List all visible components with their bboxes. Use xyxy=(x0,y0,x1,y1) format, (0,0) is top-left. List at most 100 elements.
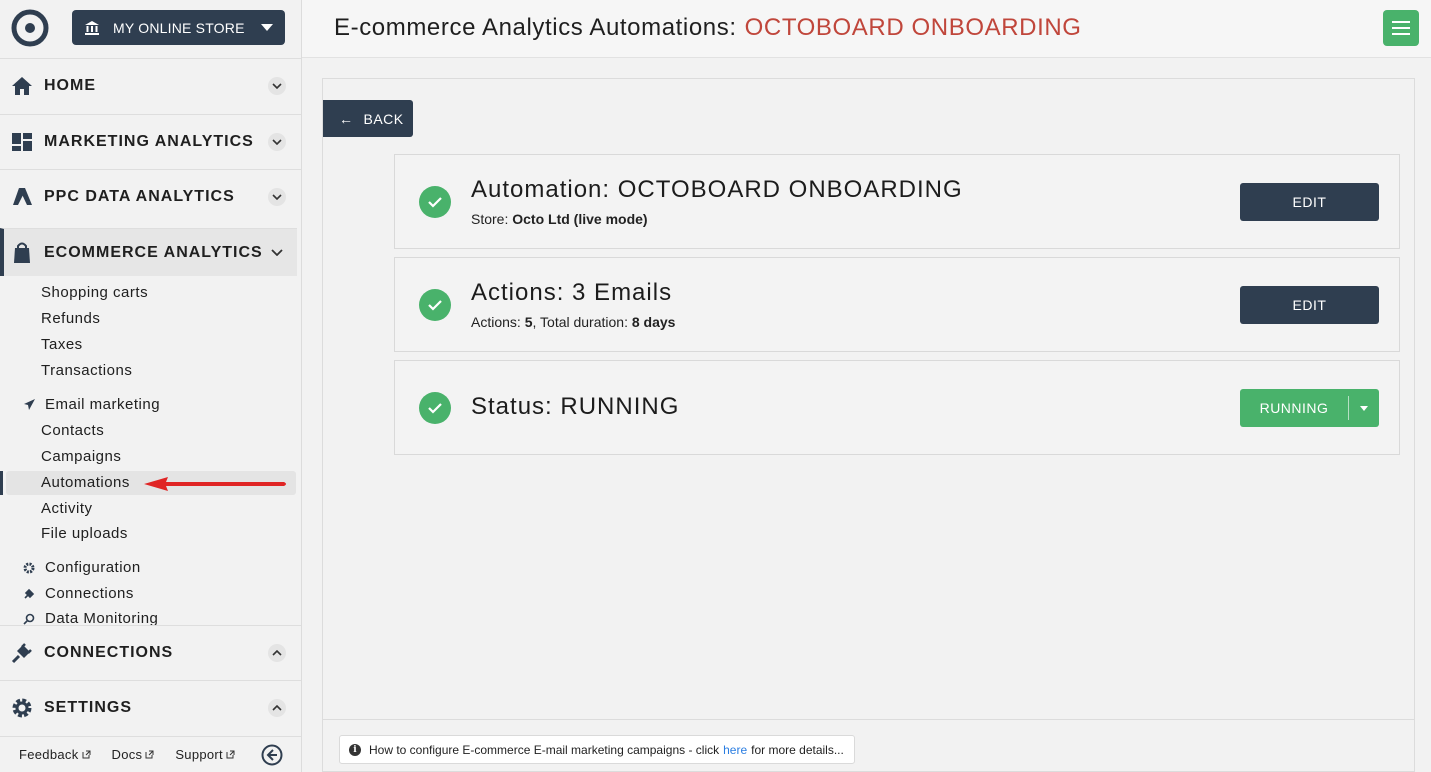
sidebar-item-contacts[interactable]: Contacts xyxy=(41,422,104,439)
store-selector-dropdown[interactable]: MY ONLINE STORE xyxy=(72,10,285,45)
chevron-down-icon[interactable] xyxy=(268,188,286,206)
sidebar-group-label: Connections xyxy=(45,585,134,602)
external-link-icon xyxy=(82,750,90,759)
shopping-bag-icon xyxy=(10,241,34,265)
hamburger-menu-icon[interactable] xyxy=(1383,10,1419,46)
external-link-icon xyxy=(226,750,235,759)
sidebar-item-campaigns[interactable]: Campaigns xyxy=(41,448,121,465)
chevron-down-icon[interactable] xyxy=(268,133,286,151)
back-button[interactable]: ← BACK xyxy=(323,100,413,137)
store-selector-label: MY ONLINE STORE xyxy=(113,19,245,36)
main-panel: ← BACK Automation: OCTOBOARD ONBOARDING … xyxy=(322,78,1415,772)
running-button-label[interactable]: RUNNING xyxy=(1240,400,1348,416)
sidebar: MY ONLINE STORE HOME MARKETING ANALYTICS xyxy=(0,0,302,772)
status-card: Status: RUNNING RUNNING xyxy=(394,360,1400,455)
chevron-down-icon[interactable] xyxy=(268,77,286,95)
sidebar-footer: Feedback Docs Support xyxy=(0,736,301,772)
nav-section-connections[interactable]: CONNECTIONS xyxy=(0,625,301,680)
chevron-down-icon[interactable] xyxy=(268,244,286,262)
chevron-up-icon[interactable] xyxy=(268,644,286,662)
external-link-icon xyxy=(145,750,154,759)
store-value: Octo Ltd (live mode) xyxy=(512,211,648,227)
actions-label: Actions: xyxy=(471,314,521,330)
actions-count: 5 xyxy=(524,314,533,330)
sidebar-item-taxes[interactable]: Taxes xyxy=(41,336,83,353)
page-title-text: E-commerce Analytics Automations: xyxy=(334,14,737,41)
help-link[interactable]: here xyxy=(723,743,747,757)
help-text-after: for more details... xyxy=(751,742,844,757)
support-link[interactable]: Support xyxy=(175,747,235,762)
search-icon xyxy=(22,612,36,626)
card-subtitle: Actions: 5, Total duration: 8 days xyxy=(471,314,675,330)
sidebar-group-configuration[interactable]: Configuration xyxy=(22,559,141,576)
support-link-label: Support xyxy=(175,747,223,762)
nav-section-settings[interactable]: SETTINGS xyxy=(0,680,301,735)
chevron-up-icon[interactable] xyxy=(268,699,286,717)
arrow-left-icon: ← xyxy=(339,110,354,127)
sidebar-item-shopping-carts[interactable]: Shopping carts xyxy=(41,284,148,301)
sidebar-item-automations[interactable]: Automations xyxy=(41,474,130,491)
edit-actions-button[interactable]: EDIT xyxy=(1240,286,1379,324)
docs-link[interactable]: Docs xyxy=(112,747,155,762)
sidebar-group-data-monitoring[interactable]: Data Monitoring xyxy=(22,611,158,626)
card-title: Actions: 3 Emails xyxy=(471,279,673,306)
feedback-link-label: Feedback xyxy=(19,747,79,762)
sidebar-group-connections[interactable]: Connections xyxy=(22,585,134,602)
card-title: Status: RUNNING xyxy=(471,393,680,420)
nav-section-label: HOME xyxy=(44,77,96,94)
sidebar-group-label: Configuration xyxy=(45,559,141,576)
sidebar-item-file-uploads[interactable]: File uploads xyxy=(41,525,128,542)
dashboard-icon xyxy=(10,130,34,154)
card-subtitle: Store: Octo Ltd (live mode) xyxy=(471,211,648,227)
sidebar-group-email-marketing[interactable]: Email marketing xyxy=(22,396,160,413)
paper-plane-icon xyxy=(22,398,36,412)
nav-section-label: PPC DATA ANALYTICS xyxy=(44,188,235,205)
duration-label: , Total duration: xyxy=(532,314,628,330)
nav-section-label: SETTINGS xyxy=(44,699,133,716)
nav-section-label: ECOMMERCE ANALYTICS xyxy=(44,243,263,261)
card-title: Automation: OCTOBOARD ONBOARDING xyxy=(471,176,963,203)
nav-section-ppc-data-analytics[interactable]: PPC DATA ANALYTICS xyxy=(0,169,301,224)
page-title-accent: OCTOBOARD ONBOARDING xyxy=(744,14,1082,41)
sidebar-item-active-indicator xyxy=(0,471,3,495)
annotation-arrow xyxy=(144,477,286,491)
chevron-down-icon xyxy=(261,24,273,31)
duration-value: 8 days xyxy=(631,314,676,330)
ads-icon xyxy=(10,185,34,209)
docs-link-label: Docs xyxy=(111,747,143,762)
automation-card: Automation: OCTOBOARD ONBOARDING Store: … xyxy=(394,154,1400,249)
help-text-before: How to configure E-commerce E-mail marke… xyxy=(369,742,720,757)
sidebar-group-label: Data Monitoring xyxy=(45,611,159,626)
nav-section-marketing-analytics[interactable]: MARKETING ANALYTICS xyxy=(0,114,301,169)
sidebar-item-activity[interactable]: Activity xyxy=(41,500,93,517)
store-label: Store: xyxy=(471,211,509,227)
collapse-sidebar-icon[interactable] xyxy=(261,744,283,766)
caret-down-icon[interactable] xyxy=(1349,405,1379,411)
page-title: E-commerce Analytics Automations: OCTOBOA… xyxy=(334,14,1082,42)
plug-icon xyxy=(22,587,36,601)
nav-section-home[interactable]: HOME xyxy=(0,58,301,113)
nav-section-label: CONNECTIONS xyxy=(44,644,174,661)
nav-section-label: MARKETING ANALYTICS xyxy=(44,133,254,150)
gear-icon xyxy=(10,696,34,720)
sidebar-item-transactions[interactable]: Transactions xyxy=(41,362,132,379)
sidebar-group-label: Email marketing xyxy=(45,396,161,413)
gear-icon xyxy=(22,561,36,575)
check-circle-icon xyxy=(419,392,451,424)
check-circle-icon xyxy=(419,186,451,218)
back-button-label: BACK xyxy=(363,110,404,127)
bank-icon xyxy=(85,20,99,35)
nav-section-ecommerce-analytics[interactable]: ECOMMERCE ANALYTICS xyxy=(0,228,297,276)
check-circle-icon xyxy=(419,289,451,321)
info-icon: i xyxy=(349,743,361,756)
page-header: E-commerce Analytics Automations: OCTOBOA… xyxy=(302,0,1431,58)
plug-icon xyxy=(10,641,34,665)
sidebar-item-refunds[interactable]: Refunds xyxy=(41,310,100,327)
help-hint: i How to configure E-commerce E-mail mar… xyxy=(339,735,855,764)
status-running-split-button[interactable]: RUNNING xyxy=(1240,389,1379,427)
home-icon xyxy=(10,74,34,98)
edit-automation-button[interactable]: EDIT xyxy=(1240,183,1379,221)
octoboard-logo[interactable] xyxy=(10,8,50,48)
feedback-link[interactable]: Feedback xyxy=(19,747,91,762)
panel-footer: i How to configure E-commerce E-mail mar… xyxy=(323,719,1414,771)
